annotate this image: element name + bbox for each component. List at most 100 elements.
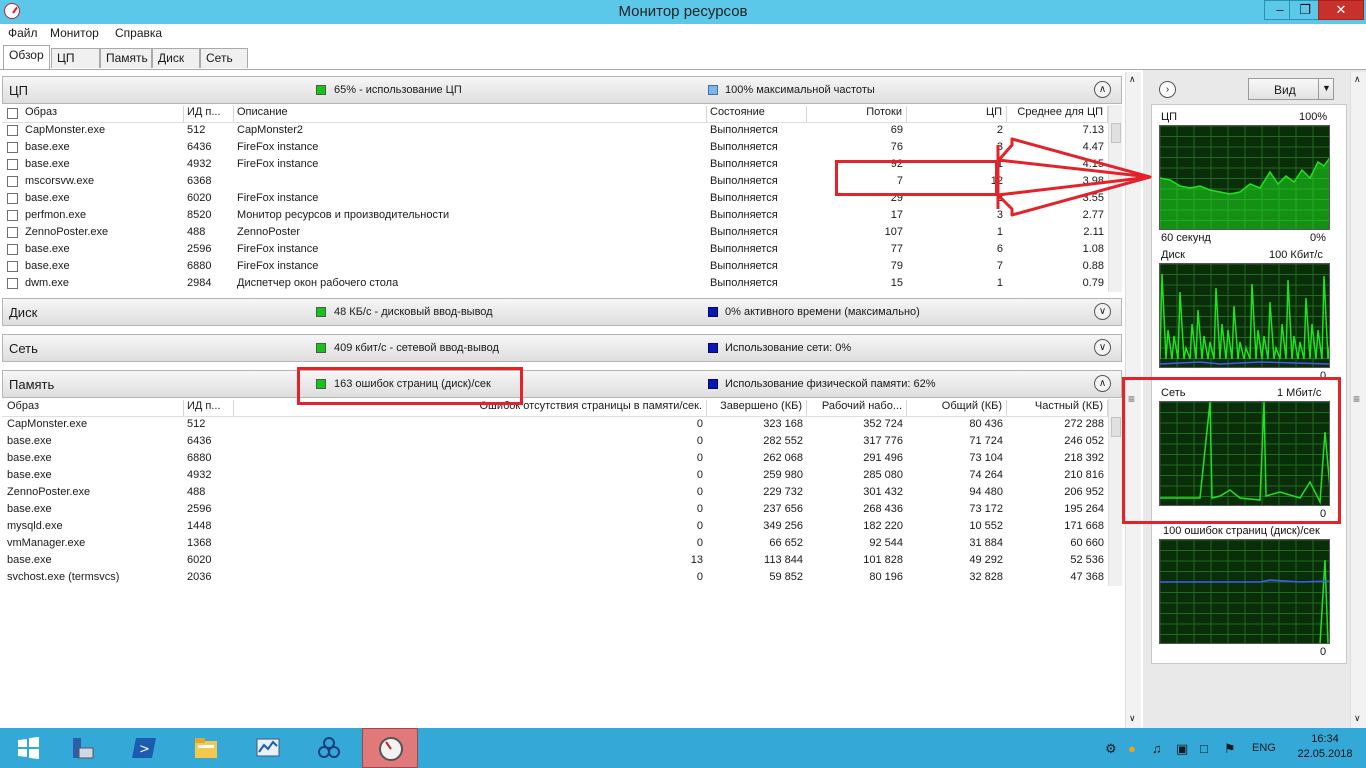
- tab-disk[interactable]: Диск: [152, 48, 200, 68]
- collapse-memory-icon[interactable]: ∧: [1094, 375, 1111, 392]
- cpu-row-checkbox[interactable]: [7, 244, 18, 255]
- memory-table-row[interactable]: svchost.exe (termsvcs) 2036 0 59 852 80 196 3…: [2, 569, 1108, 586]
- memory-table-row[interactable]: base.exe 6436 0 282 552 317 776 71 724 246 052: [2, 433, 1108, 450]
- cpu-col-average[interactable]: Среднее для ЦП: [1007, 106, 1108, 122]
- cpu-cell-pid: 2984: [187, 277, 212, 289]
- network-tray-icon[interactable]: ▣: [1176, 741, 1188, 757]
- resource-monitor-icon: [379, 737, 403, 761]
- cpu-row-checkbox[interactable]: [7, 176, 18, 187]
- pane-splitter-grip-icon[interactable]: ≡: [1353, 392, 1360, 406]
- expand-disk-icon[interactable]: ∨: [1094, 303, 1111, 320]
- cpu-row-checkbox[interactable]: [7, 159, 18, 170]
- cpu-row-checkbox[interactable]: [7, 142, 18, 153]
- tray-app-icon[interactable]: ⚙: [1105, 741, 1117, 757]
- cpu-graph-max: 100%: [1299, 111, 1328, 123]
- taskbar-file-explorer[interactable]: [178, 728, 234, 768]
- memory-table-row[interactable]: vmManager.exe 1368 0 66 652 92 544 31 884 60 6…: [2, 535, 1108, 552]
- cpu-select-all-checkbox[interactable]: [7, 108, 18, 119]
- cpu-frequency-text: 100% максимальной частоты: [725, 84, 875, 96]
- memory-table-row[interactable]: base.exe 6020 13 113 844 101 828 49 292 52 536: [2, 552, 1108, 569]
- cpu-col-description[interactable]: Описание: [234, 106, 707, 122]
- tab-memory[interactable]: Память: [100, 48, 152, 68]
- cpu-row-checkbox[interactable]: [7, 261, 18, 272]
- cpu-table-row[interactable]: dwm.exe 2984 Диспетчер окон рабочего стола…: [2, 275, 1108, 292]
- chevron-down-icon[interactable]: ▼: [1322, 83, 1331, 93]
- disk-section-title: Диск: [9, 305, 38, 320]
- memory-col-shareable[interactable]: Общий (КБ): [907, 400, 1007, 416]
- memory-table-row[interactable]: ZennoPoster.exe 488 0 229 732 301 432 94 480 2…: [2, 484, 1108, 501]
- memory-col-commit[interactable]: Завершено (КБ): [707, 400, 807, 416]
- cpu-col-threads[interactable]: Потоки: [807, 106, 907, 122]
- cpu-row-checkbox[interactable]: [7, 278, 18, 289]
- memory-section-header[interactable]: Память 163 ошибок страниц (диск)/сек Исп…: [2, 370, 1122, 398]
- memory-col-working-set[interactable]: Рабочий набо...: [807, 400, 907, 416]
- network-usage-indicator: [708, 343, 718, 353]
- cpu-col-status[interactable]: Состояние: [707, 106, 807, 122]
- cpu-cell-description: Диспетчер окон рабочего стола: [237, 277, 399, 289]
- tab-overview[interactable]: Обзор: [3, 45, 50, 69]
- expand-network-icon[interactable]: ∨: [1094, 339, 1111, 356]
- flag-icon[interactable]: ⚑: [1224, 741, 1236, 757]
- disk-active-indicator: [708, 307, 718, 317]
- cpu-table-row[interactable]: ZennoPoster.exe 488 ZennoPoster Выполняется…: [2, 224, 1108, 241]
- close-button[interactable]: ✕: [1318, 0, 1364, 20]
- annotation-highlight-box: [835, 160, 998, 196]
- display-tray-icon[interactable]: □: [1200, 741, 1208, 756]
- memory-col-image[interactable]: Образ: [4, 400, 184, 416]
- memory-table-row[interactable]: base.exe 2596 0 237 656 268 436 73 172 195 264: [2, 501, 1108, 518]
- memory-scroll-thumb[interactable]: [1111, 417, 1121, 437]
- tab-network[interactable]: Сеть: [200, 48, 248, 68]
- cpu-row-checkbox[interactable]: [7, 227, 18, 238]
- language-indicator[interactable]: ENG: [1252, 742, 1276, 754]
- view-dropdown-button[interactable]: Вид ▼: [1248, 78, 1334, 100]
- taskbar-server-manager[interactable]: [54, 728, 110, 768]
- menu-file[interactable]: Файл: [8, 26, 38, 40]
- memory-table-row[interactable]: base.exe 6880 0 262 068 291 496 73 104 218 392: [2, 450, 1108, 467]
- cpu-cell-status: Выполняется: [710, 277, 778, 289]
- scroll-up-arrow-icon[interactable]: ∧: [1129, 74, 1136, 85]
- network-section-header[interactable]: Сеть 409 кбит/с - сетевой ввод-вывод Исп…: [2, 334, 1122, 362]
- maximize-button[interactable]: ❐: [1289, 0, 1321, 20]
- cpu-usage-text: 65% - использование ЦП: [334, 84, 462, 96]
- scroll-down-arrow-icon[interactable]: ∨: [1129, 713, 1136, 724]
- collapse-cpu-icon[interactable]: ∧: [1094, 81, 1111, 98]
- cpu-row-checkbox[interactable]: [7, 210, 18, 221]
- network-section-title: Сеть: [9, 341, 38, 356]
- memory-cell-private: 47 368: [1070, 571, 1104, 583]
- tray-capmonster-icon[interactable]: ●: [1128, 741, 1136, 756]
- taskbar-powershell[interactable]: >: [116, 728, 172, 768]
- memory-list-scrollbar[interactable]: [1108, 399, 1122, 586]
- cpu-table-row[interactable]: base.exe 6436 FireFox instance Выполняется 7…: [2, 139, 1108, 156]
- cpu-row-checkbox[interactable]: [7, 193, 18, 204]
- cpu-col-cpu[interactable]: ЦП: [907, 106, 1007, 122]
- cpu-table-row[interactable]: perfmon.exe 8520 Монитор ресурсов и произв…: [2, 207, 1108, 224]
- cpu-section-header[interactable]: ЦП 65% - использование ЦП 100% максималь…: [2, 76, 1122, 104]
- menu-help[interactable]: Справка: [115, 26, 162, 40]
- disk-section-header[interactable]: Диск 48 КБ/с - дисковый ввод-вывод 0% ак…: [2, 298, 1122, 326]
- memory-table-row[interactable]: mysqld.exe 1448 0 349 256 182 220 10 552 171 6…: [2, 518, 1108, 535]
- taskbar-network-app[interactable]: [301, 728, 357, 768]
- cpu-table-row[interactable]: base.exe 2596 FireFox instance Выполняется 7…: [2, 241, 1108, 258]
- memory-cell-hard-faults: 0: [696, 571, 703, 583]
- menu-monitor[interactable]: Монитор: [50, 26, 99, 40]
- memory-table-row[interactable]: CapMonster.exe 512 0 323 168 352 724 80 436 27…: [2, 416, 1108, 433]
- start-button[interactable]: [0, 728, 56, 768]
- cpu-table-row[interactable]: base.exe 6880 FireFox instance Выполняется 7…: [2, 258, 1108, 275]
- cpu-table-row[interactable]: CapMonster.exe 512 CapMonster2 Выполняется 6…: [2, 122, 1108, 139]
- memory-col-private[interactable]: Частный (КБ): [1007, 400, 1108, 416]
- cpu-cell-image: dwm.exe: [25, 277, 70, 289]
- taskbar-resource-monitor[interactable]: [362, 728, 418, 768]
- cpu-col-pid[interactable]: ИД п...: [184, 106, 234, 122]
- memory-table-row[interactable]: base.exe 4932 0 259 980 285 080 74 264 210 816: [2, 467, 1108, 484]
- clock[interactable]: 16:34 22.05.2018: [1290, 732, 1360, 762]
- cpu-col-image[interactable]: Образ: [22, 106, 184, 122]
- taskbar-performance-monitor[interactable]: [240, 728, 296, 768]
- graph-scroll-up-icon[interactable]: ∧: [1354, 74, 1361, 85]
- memory-col-pid[interactable]: ИД п...: [184, 400, 234, 416]
- volume-icon[interactable]: ♫: [1152, 741, 1162, 756]
- graph-scroll-down-icon[interactable]: ∨: [1354, 713, 1361, 724]
- tab-cpu[interactable]: ЦП: [51, 48, 100, 68]
- cpu-row-checkbox[interactable]: [7, 125, 18, 136]
- cpu-section-title: ЦП: [9, 83, 28, 98]
- collapse-graphs-icon[interactable]: ›: [1159, 81, 1176, 98]
